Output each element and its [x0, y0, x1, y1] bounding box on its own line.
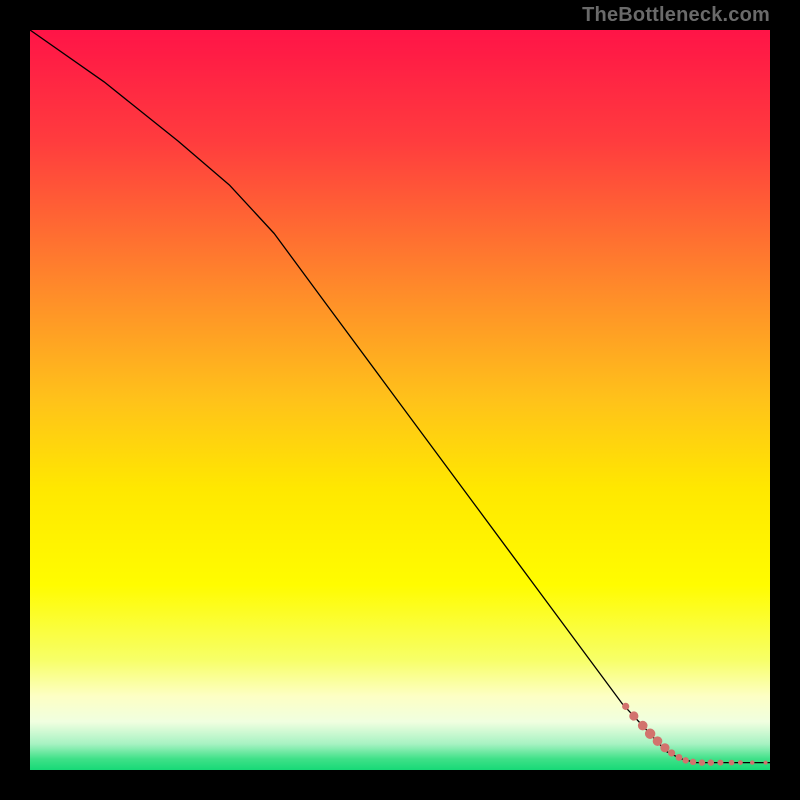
- watermark-text: TheBottleneck.com: [582, 4, 770, 27]
- data-point: [708, 759, 714, 765]
- gradient-background: [30, 30, 770, 770]
- data-point: [653, 736, 663, 746]
- data-point: [690, 759, 696, 765]
- plot-area: [30, 30, 770, 770]
- chart-frame: TheBottleneck.com: [0, 0, 800, 800]
- data-point: [660, 743, 669, 752]
- data-point: [682, 757, 688, 763]
- data-point: [729, 760, 735, 766]
- plot-svg: [30, 30, 770, 770]
- data-point: [676, 754, 683, 761]
- data-point: [750, 760, 754, 764]
- data-point: [629, 711, 638, 720]
- data-point: [738, 760, 743, 765]
- data-point: [622, 703, 629, 710]
- data-point: [764, 761, 768, 765]
- data-point: [638, 721, 648, 731]
- data-point: [668, 749, 675, 756]
- data-point: [717, 760, 723, 766]
- data-point: [699, 759, 705, 765]
- data-point: [645, 729, 655, 739]
